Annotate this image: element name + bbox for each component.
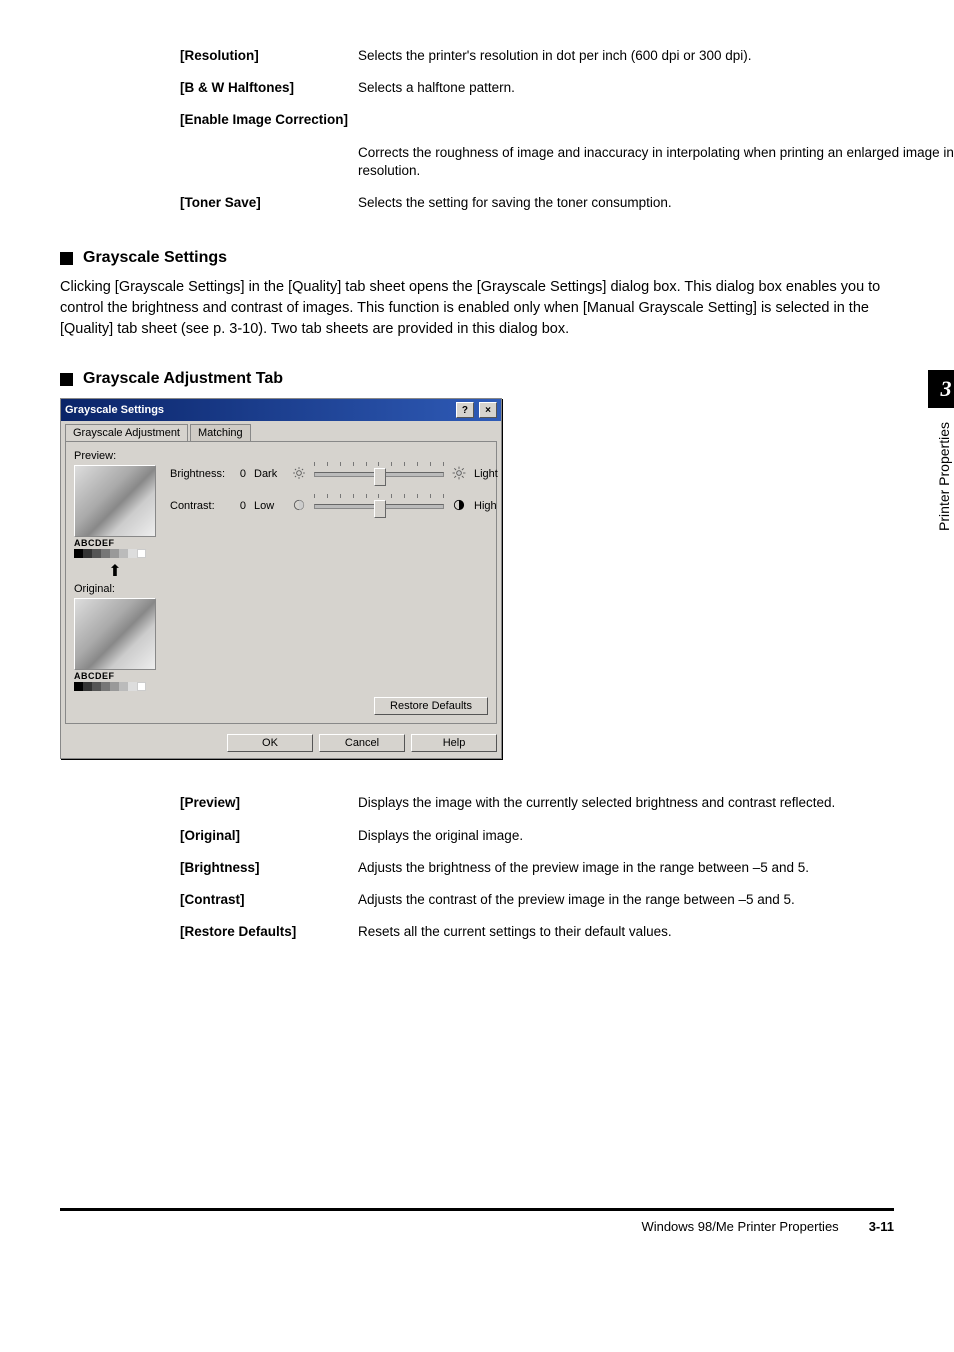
sun-light-icon	[452, 466, 466, 483]
preview-palette	[74, 549, 156, 558]
original-label: Original:	[74, 583, 156, 595]
contrast-label: Contrast:	[170, 500, 226, 512]
original-palette	[74, 682, 156, 691]
brightness-slider[interactable]	[314, 464, 444, 484]
definition-row: [Brightness]Adjusts the brightness of th…	[180, 852, 954, 884]
sun-dark-icon	[292, 466, 306, 483]
chapter-tab: 3 Printer Properties	[928, 370, 954, 545]
section-grayscale-adjustment: Grayscale Adjustment Tab	[60, 370, 894, 388]
close-icon[interactable]: ×	[479, 402, 497, 418]
page-footer: Windows 98/Me Printer Properties 3-11	[60, 1208, 894, 1234]
definition-desc: Displays the original image.	[358, 820, 954, 852]
definition-row: [Enable Image Correction]	[180, 104, 954, 136]
original-sample-text: ABCDEF	[74, 671, 156, 681]
brightness-high-label: Light	[474, 468, 504, 480]
brightness-low-label: Dark	[254, 468, 284, 480]
definition-row: [Toner Save]Selects the setting for savi…	[180, 187, 954, 219]
chapter-label: Printer Properties	[928, 408, 954, 545]
cancel-button[interactable]: Cancel	[319, 734, 405, 752]
bullet-square-icon	[60, 373, 73, 386]
contrast-low-label: Low	[254, 500, 284, 512]
chapter-number: 3	[928, 370, 954, 408]
definition-row: [Resolution]Selects the printer's resolu…	[180, 40, 954, 72]
brightness-label: Brightness:	[170, 468, 226, 480]
preview-label: Preview:	[74, 450, 156, 462]
footer-text: Windows 98/Me Printer Properties	[641, 1219, 838, 1234]
definition-term: [Enable Image Correction]	[180, 104, 358, 136]
definition-desc	[358, 104, 954, 136]
section-title: Grayscale Settings	[83, 249, 227, 267]
definition-desc: Corrects the roughness of image and inac…	[358, 137, 954, 187]
help-icon[interactable]: ?	[456, 402, 474, 418]
up-arrow-icon: ⬆	[74, 561, 156, 581]
section-grayscale-settings: Grayscale Settings	[60, 249, 894, 267]
definition-term: [Contrast]	[180, 884, 358, 916]
tab-grayscale-adjustment[interactable]: Grayscale Adjustment	[65, 424, 188, 441]
section-body: Clicking [Grayscale Settings] in the [Qu…	[60, 277, 894, 340]
brightness-value: 0	[234, 468, 246, 480]
preview-sample-text: ABCDEF	[74, 538, 156, 548]
definition-desc: Resets all the current settings to their…	[358, 916, 954, 948]
dialog-titlebar: Grayscale Settings ? ×	[61, 399, 501, 421]
contrast-low-icon	[292, 498, 306, 515]
dialog-title: Grayscale Settings	[65, 404, 164, 416]
contrast-high-label: High	[474, 500, 504, 512]
definition-term: [Preview]	[180, 787, 358, 819]
section-title: Grayscale Adjustment Tab	[83, 370, 283, 388]
definition-row: [Original]Displays the original image.	[180, 820, 954, 852]
footer-page-number: 3-11	[869, 1219, 894, 1234]
definition-row: Corrects the roughness of image and inac…	[180, 137, 954, 187]
definition-term: [Original]	[180, 820, 358, 852]
definition-row: [Restore Defaults]Resets all the current…	[180, 916, 954, 948]
definition-desc: Adjusts the contrast of the preview imag…	[358, 884, 954, 916]
definition-desc: Adjusts the brightness of the preview im…	[358, 852, 954, 884]
top-definition-table: [Resolution]Selects the printer's resolu…	[180, 40, 954, 219]
definition-term: [Toner Save]	[180, 187, 358, 219]
grayscale-settings-dialog: Grayscale Settings ? × Grayscale Adjustm…	[60, 398, 502, 759]
contrast-value: 0	[234, 500, 246, 512]
definition-term	[180, 137, 358, 187]
definition-term: [Restore Defaults]	[180, 916, 358, 948]
definition-row: [Contrast]Adjusts the contrast of the pr…	[180, 884, 954, 916]
definition-desc: Displays the image with the currently se…	[358, 787, 954, 819]
definition-term: [Resolution]	[180, 40, 358, 72]
definition-desc: Selects a halftone pattern.	[358, 72, 954, 104]
restore-defaults-button[interactable]: Restore Defaults	[374, 697, 488, 715]
definition-desc: Selects the setting for saving the toner…	[358, 187, 954, 219]
bullet-square-icon	[60, 252, 73, 265]
contrast-slider[interactable]	[314, 496, 444, 516]
help-button[interactable]: Help	[411, 734, 497, 752]
definition-row: [B & W Halftones]Selects a halftone patt…	[180, 72, 954, 104]
contrast-high-icon	[452, 498, 466, 515]
bottom-definition-table: [Preview]Displays the image with the cur…	[180, 787, 954, 948]
ok-button[interactable]: OK	[227, 734, 313, 752]
tab-matching[interactable]: Matching	[190, 424, 251, 441]
definition-term: [Brightness]	[180, 852, 358, 884]
definition-row: [Preview]Displays the image with the cur…	[180, 787, 954, 819]
definition-term: [B & W Halftones]	[180, 72, 358, 104]
definition-desc: Selects the printer's resolution in dot …	[358, 40, 954, 72]
original-thumbnail	[74, 598, 156, 670]
preview-thumbnail	[74, 465, 156, 537]
